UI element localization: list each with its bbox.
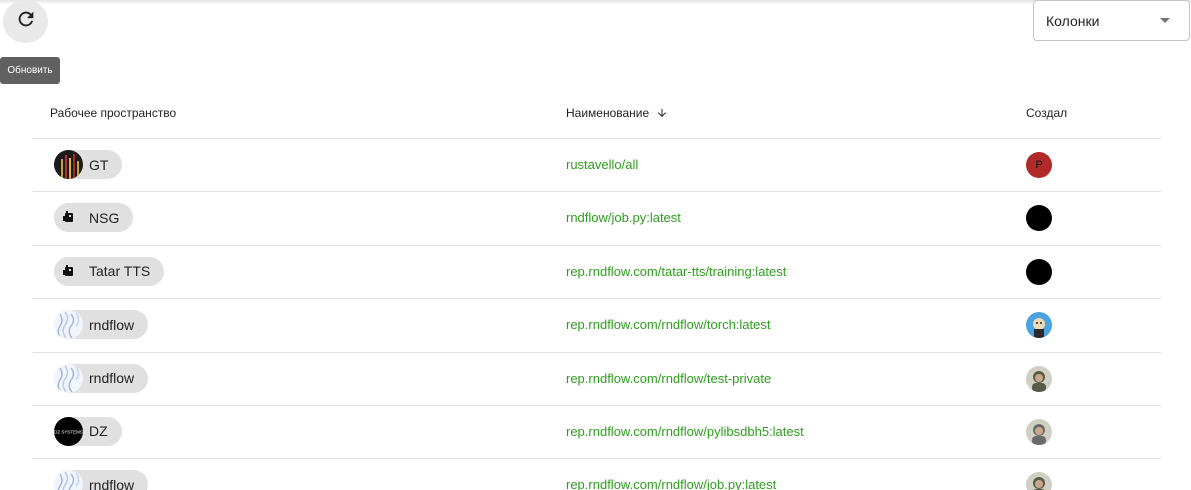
chevron-down-icon xyxy=(1160,18,1170,23)
workspace-chip[interactable]: Tatar TTS xyxy=(54,256,165,286)
workspace-name: rndflow xyxy=(89,370,135,387)
table-row[interactable]: rndflow rep.rndflow.com/rndflow/torch:lat… xyxy=(33,299,1161,353)
workspace-name: rndflow xyxy=(89,316,135,333)
creator-avatar[interactable] xyxy=(1026,472,1052,490)
header-creator: Создал xyxy=(1026,106,1068,120)
workspace-chip[interactable]: DZ SYSTEMS DZ xyxy=(54,416,122,446)
svg-text:DZ SYSTEMS: DZ SYSTEMS xyxy=(54,429,83,434)
image-name-link[interactable]: rep.rndflow.com/rndflow/test-private xyxy=(566,371,771,386)
table-row[interactable]: NSG rndflow/job.py:latest xyxy=(33,192,1161,246)
creator-avatar[interactable]: P xyxy=(1026,152,1052,178)
creator-avatar[interactable] xyxy=(1026,205,1052,232)
workspace-images-page: Обновить Колонки Рабочее пространство На… xyxy=(0,0,1191,490)
workspace-name: NSG xyxy=(89,209,120,226)
table-body: GT rustavello/all P NSG rndflow/job.py:lates… xyxy=(33,139,1161,490)
table-row[interactable]: DZ SYSTEMS DZ rep.rndflow.com/rndflow/pyli… xyxy=(33,406,1161,460)
workspace-name: rndflow xyxy=(89,476,135,490)
creator-initial: P xyxy=(1026,152,1052,178)
image-name-link[interactable]: rep.rndflow.com/rndflow/job.py:latest xyxy=(566,477,776,490)
image-name-link[interactable]: rep.rndflow.com/tatar-tts/training:lates… xyxy=(566,264,786,279)
workspace-avatar xyxy=(54,150,83,179)
refresh-button[interactable] xyxy=(3,0,48,43)
images-table: Рабочее пространство Наименование Создал… xyxy=(33,90,1161,490)
arrow-down-icon xyxy=(656,107,668,119)
creator-avatar[interactable] xyxy=(1026,418,1052,445)
workspace-avatar xyxy=(54,310,83,340)
image-name-link[interactable]: rep.rndflow.com/rndflow/torch:latest xyxy=(566,317,770,332)
workspace-chip[interactable]: rndflow xyxy=(54,363,149,393)
workspace-name: DZ xyxy=(89,423,108,440)
workspace-avatar: DZ SYSTEMS xyxy=(54,416,83,446)
creator-avatar[interactable] xyxy=(1026,365,1052,392)
header-name-label: Наименование xyxy=(566,106,650,120)
workspace-name: GT xyxy=(89,156,109,173)
workspace-chip[interactable]: GT xyxy=(54,150,123,179)
table-row[interactable]: Tatar TTS rep.rndflow.com/tatar-tts/train… xyxy=(33,246,1161,300)
refresh-icon xyxy=(15,8,37,35)
image-name-link[interactable]: rustavello/all xyxy=(566,157,638,172)
workspace-chip[interactable]: NSG xyxy=(54,203,134,233)
workspace-name: Tatar TTS xyxy=(89,263,151,280)
workspace-avatar xyxy=(54,256,83,286)
refresh-tooltip: Обновить xyxy=(0,57,60,84)
header-workspace: Рабочее пространство xyxy=(50,106,177,120)
workspace-chip[interactable]: rndflow xyxy=(54,310,149,340)
workspace-chip[interactable]: rndflow xyxy=(54,470,149,490)
header-name[interactable]: Наименование xyxy=(566,106,668,120)
creator-avatar[interactable] xyxy=(1026,258,1052,285)
columns-select[interactable]: Колонки xyxy=(1033,0,1190,41)
creator-avatar[interactable] xyxy=(1026,312,1052,339)
top-shadow xyxy=(0,0,1191,4)
workspace-avatar xyxy=(54,203,83,233)
workspace-avatar xyxy=(54,363,83,393)
workspace-avatar xyxy=(54,470,83,490)
table-header: Рабочее пространство Наименование Создал xyxy=(33,90,1161,139)
image-name-link[interactable]: rep.rndflow.com/rndflow/pylibsdbh5:lates… xyxy=(566,424,804,439)
columns-select-label: Колонки xyxy=(1046,12,1100,29)
table-row[interactable]: GT rustavello/all P xyxy=(33,139,1161,193)
table-row[interactable]: rndflow rep.rndflow.com/rndflow/job.py:la… xyxy=(33,459,1161,490)
image-name-link[interactable]: rndflow/job.py:latest xyxy=(566,210,681,225)
table-row[interactable]: rndflow rep.rndflow.com/rndflow/test-priv… xyxy=(33,353,1161,406)
